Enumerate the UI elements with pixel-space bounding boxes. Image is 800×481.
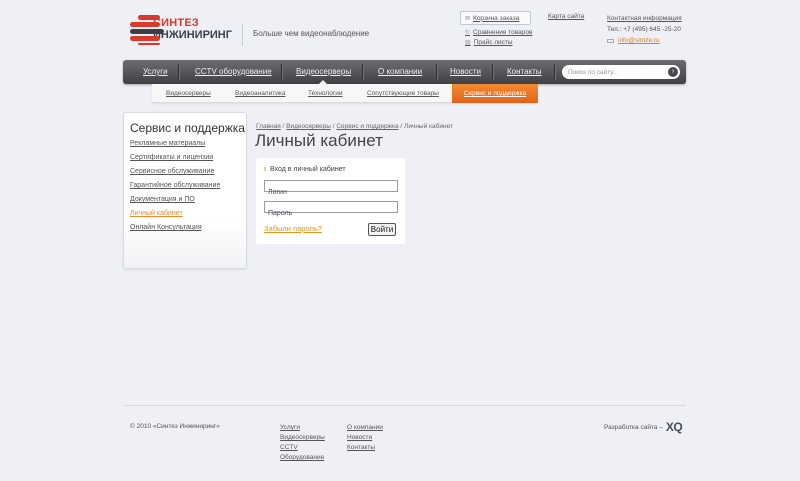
nav-separator	[492, 64, 493, 80]
subnav-item-videoservers[interactable]: Видеосерверы	[166, 84, 211, 103]
password-input[interactable]	[265, 208, 397, 219]
subnav-active-label: Сервис и поддержка	[463, 90, 527, 97]
sidebar-item-online-consult[interactable]: Онлайн Консультация	[130, 224, 202, 231]
footer-link-videoservers[interactable]: Видеосерверы	[280, 433, 325, 443]
compare-label: Сравнение товаров	[473, 29, 533, 36]
contact-info: Контактная информация Тел.: +7 (495) 645…	[607, 13, 682, 46]
sidebar: Сервис и поддержка Рекламные материалы С…	[123, 112, 247, 269]
sidebar-item-account[interactable]: Личный кабинет	[130, 210, 183, 217]
cart-icon: ✉	[465, 15, 471, 22]
footer-link-news[interactable]: Новости	[347, 433, 383, 443]
footer-col-1: Услуги Видеосерверы CCTV Оборудование	[280, 423, 325, 463]
cart-label: Корзина заказа	[473, 14, 520, 22]
mail-icon	[607, 38, 614, 43]
copyright: © 2010 «Синтез Инжиниринг»	[130, 423, 220, 430]
logo-line2: ИНЖИНИРИНГ	[153, 29, 232, 41]
logo-divider	[242, 24, 243, 46]
breadcrumb: Главная / Видеосерверы / Сервис и поддер…	[256, 123, 453, 130]
developer-credit[interactable]: Разработка сайта – XQ	[604, 420, 683, 434]
nav-separator	[554, 64, 555, 80]
logo-mark-icon	[130, 13, 164, 45]
nav-item-services[interactable]: Услуги	[143, 60, 168, 84]
pricelists-link[interactable]: ▤ Прайс листы	[465, 39, 513, 46]
login-button[interactable]: Войти	[368, 223, 396, 236]
nav-item-contacts[interactable]: Контакты	[507, 60, 542, 84]
login-heading: Вход в личный кабинет	[269, 166, 346, 173]
search-submit-icon[interactable]: ›	[668, 67, 678, 77]
logo[interactable]: СИНТЕЗ ИНЖИНИРИНГ	[130, 12, 232, 46]
nav-separator	[281, 64, 282, 80]
sidebar-item-docs[interactable]: Документация и ПО	[130, 196, 195, 203]
breadcrumb-home[interactable]: Главная	[256, 123, 281, 130]
nav-separator	[362, 64, 363, 80]
search-input[interactable]	[568, 65, 664, 79]
main-nav: Услуги CCTV оборудование Видеосерверы О …	[123, 60, 686, 84]
key-icon: i	[264, 166, 266, 173]
breadcrumb-service[interactable]: Сервис и поддержка	[336, 123, 398, 130]
footer-link-about[interactable]: О компании	[347, 423, 383, 433]
nav-item-news[interactable]: Новости	[450, 60, 481, 84]
footer-link-equipment[interactable]: Оборудование	[280, 453, 325, 463]
sitemap-link[interactable]: Карта сайта	[548, 13, 584, 20]
sidebar-item-warranty[interactable]: Гарантийное обслуживание	[130, 182, 220, 189]
subnav-item-accessories[interactable]: Сопутствующие товары	[367, 84, 439, 103]
footer-link-services[interactable]: Услуги	[280, 423, 325, 433]
sub-nav: Видеосерверы Видеоаналитика Технологии С…	[152, 84, 538, 103]
login-form: i Вход в личный кабинет Забыли пароль? В…	[256, 158, 405, 244]
nav-item-cctv[interactable]: CCTV оборудование	[195, 60, 272, 84]
sidebar-title: Сервис и поддержка	[130, 121, 245, 135]
login-input[interactable]	[265, 187, 397, 198]
nav-item-about[interactable]: О компании	[378, 60, 422, 84]
search-box: ›	[562, 65, 680, 79]
sidebar-item-service[interactable]: Сервисное обслуживание	[130, 168, 214, 175]
nav-separator	[436, 64, 437, 80]
subnav-item-service-active[interactable]: Сервис и поддержка	[452, 84, 538, 103]
login-heading-row: i Вход в личный кабинет	[264, 166, 346, 173]
subnav-item-videoanalytics[interactable]: Видеоаналитика	[235, 84, 285, 103]
cart-link[interactable]: ✉ Корзина заказа	[460, 11, 531, 25]
breadcrumb-current: Личный кабинет	[404, 123, 453, 130]
developer-label: Разработка сайта –	[604, 423, 663, 431]
sidebar-item-certificates[interactable]: Сертификаты и лицензии	[130, 154, 213, 161]
password-field-wrap	[264, 201, 398, 219]
contact-title-link[interactable]: Контактная информация	[607, 13, 682, 24]
footer-col-2: О компании Новости Контакты	[347, 423, 383, 453]
forgot-password-link[interactable]: Забыли пароль?	[264, 224, 322, 233]
compare-icon: ↻	[465, 30, 471, 36]
footer-link-cctv[interactable]: CCTV	[280, 443, 325, 453]
sidebar-item-promo[interactable]: Рекламные материалы	[130, 140, 205, 147]
login-field-wrap	[264, 180, 398, 198]
nav-separator	[178, 64, 179, 80]
compare-link[interactable]: ↻ Сравнение товаров	[465, 29, 532, 36]
developer-logo: XQ	[665, 420, 683, 434]
subnav-item-technologies[interactable]: Технологии	[308, 84, 343, 103]
tagline: Больше чем видеонаблюдение	[253, 29, 370, 38]
email-link[interactable]: info@sintze.ru	[618, 35, 660, 46]
breadcrumb-videoservers[interactable]: Видеосерверы	[286, 123, 331, 130]
pricelists-label: Прайс листы	[473, 39, 513, 46]
footer-link-contacts[interactable]: Контакты	[347, 443, 383, 453]
footer-divider	[123, 405, 686, 406]
logo-line1: СИНТЕЗ	[153, 17, 199, 29]
page-title: Личный кабинет	[255, 131, 383, 150]
phone-number: Тел.: +7 (495) 645 -25-20	[607, 26, 681, 33]
document-icon: ▤	[465, 40, 471, 46]
